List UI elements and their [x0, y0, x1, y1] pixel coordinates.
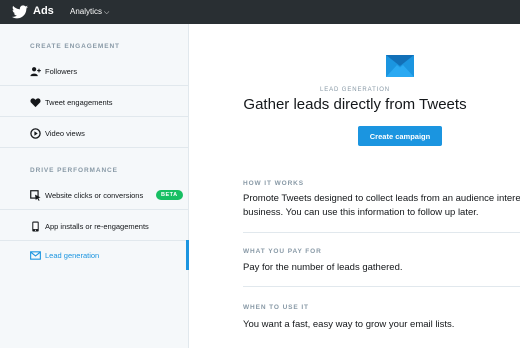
sidebar-item-label: Website clicks or conversions: [45, 191, 144, 200]
sidebar-item-followers[interactable]: Followers: [0, 56, 188, 86]
envelope-icon: [386, 55, 414, 77]
chevron-down-icon: ⌵: [104, 9, 110, 16]
sidebar: CREATE ENGAGEMENT Followers Tweet engage…: [0, 24, 189, 348]
how-it-works-line-1: Promote Tweets designed to collect leads…: [243, 193, 520, 204]
divider: [243, 286, 520, 287]
sidebar-item-video-views[interactable]: Video views: [0, 118, 188, 148]
envelope-icon: [30, 251, 41, 260]
section-title-drive-performance: DRIVE PERFORMANCE: [30, 167, 118, 174]
sidebar-item-label: App installs or re-engagements: [45, 222, 149, 231]
sidebar-item-website-clicks[interactable]: Website clicks or conversions BETA: [0, 180, 188, 210]
brand-label[interactable]: Ads: [33, 5, 54, 17]
heart-icon: [30, 98, 41, 108]
create-campaign-button[interactable]: Create campaign: [358, 126, 442, 146]
sidebar-item-label: Tweet engagements: [45, 98, 113, 107]
twitter-bird-icon[interactable]: [12, 5, 28, 19]
analytics-menu[interactable]: Analytics ⌵: [70, 7, 109, 17]
sidebar-item-label: Followers: [45, 67, 78, 76]
main-content: LEAD GENERATION Gather leads directly fr…: [190, 24, 520, 348]
when-to-use-it-text: You want a fast, easy way to grow your e…: [243, 319, 455, 330]
sidebar-item-tweet-engagements[interactable]: Tweet engagements: [0, 87, 188, 117]
when-to-use-it-heading: WHEN TO USE IT: [243, 304, 309, 311]
how-it-works-line-2: business. You can use this information t…: [243, 207, 479, 218]
sidebar-item-app-installs[interactable]: App installs or re-engagements: [0, 211, 188, 241]
divider: [243, 232, 520, 233]
play-icon: [30, 128, 41, 139]
section-title-create-engagement: CREATE ENGAGEMENT: [30, 43, 120, 50]
what-you-pay-for-heading: WHAT YOU PAY FOR: [243, 248, 322, 255]
analytics-menu-label: Analytics: [70, 7, 103, 16]
what-you-pay-for-text: Pay for the number of leads gathered.: [243, 262, 403, 273]
beta-badge: BETA: [156, 190, 183, 200]
sidebar-item-label: Lead generation: [45, 251, 100, 260]
top-bar: Ads Analytics ⌵: [0, 0, 520, 24]
phone-icon: [32, 221, 39, 232]
active-indicator: [186, 240, 189, 270]
page-kicker: LEAD GENERATION: [319, 87, 391, 93]
sidebar-item-label: Video views: [45, 129, 85, 138]
page-title: Gather leads directly from Tweets: [243, 96, 467, 113]
how-it-works-heading: HOW IT WORKS: [243, 180, 304, 187]
cursor-icon: [30, 190, 41, 201]
sidebar-item-lead-generation[interactable]: Lead generation: [0, 240, 189, 270]
add-user-icon: [30, 67, 41, 77]
